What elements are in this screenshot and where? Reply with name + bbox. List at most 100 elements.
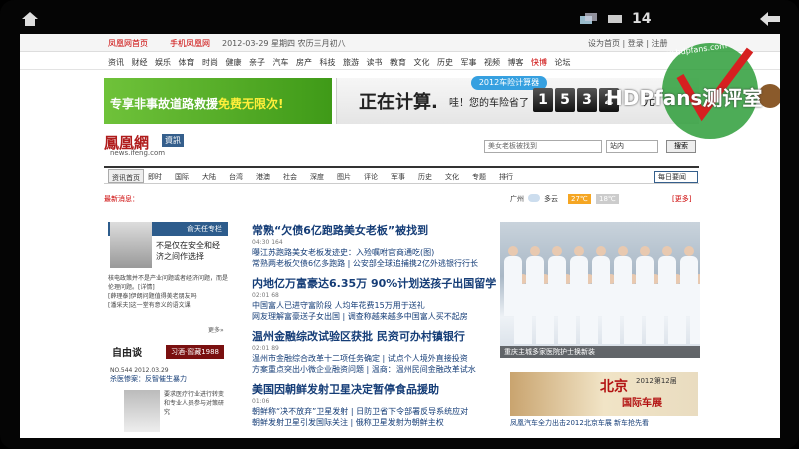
list-item[interactable]: [薛理泰]伊朗问题值得美老朋友吗 [108,292,228,301]
nav-item[interactable]: 汽车 [273,57,289,68]
story-subline[interactable]: 网友理解富豪送子女出国 | 调查称越来越多中国富人买不起房 [252,311,502,322]
nav-item[interactable]: 教育 [390,57,406,68]
keyboard-icon [608,15,622,23]
ad-left-text: 专享非事故道路救援 [110,97,219,111]
nav-item[interactable]: 体育 [179,57,195,68]
ticker-label: 最新消息： [104,195,139,203]
tab-item[interactable]: 台湾 [229,172,243,182]
logo-url: news.ifeng.com [110,149,166,157]
ad-left[interactable]: 专享非事故道路救援免费无限次! [104,78,332,124]
story-headline[interactable]: 内地亿万富豪达6.35万 90%计划送孩子出国留学 [252,275,502,291]
nav-item[interactable]: 文化 [414,57,430,68]
story-headline[interactable]: 常熟“欠债6亿跑路美女老板”被找到 [252,222,502,238]
weather-text: 多云 [544,195,558,203]
tab-item[interactable]: 大陆 [202,172,216,182]
story-subline[interactable]: 方案重点突出小微企业融资问题 | 温商：温州民间金融改革试水 [252,364,502,375]
nav-item[interactable]: 读书 [367,57,383,68]
person-photo [124,390,160,432]
search-input[interactable]: 美女老板被找到 [484,140,602,153]
column-title[interactable]: 不是仅在安全和经济之间作选择 [156,240,226,262]
nav-item[interactable]: 博客 [508,57,524,68]
home-icon[interactable] [22,12,38,26]
story-meta: 04:30 164 [252,239,283,246]
nav-item[interactable]: 资讯 [108,57,124,68]
tab-item[interactable]: 资讯首页 [108,169,144,183]
tab-item[interactable]: 图片 [337,172,351,182]
nav-item[interactable]: 娱乐 [155,57,171,68]
watermark-title: HDPfans测评室 [606,86,763,110]
tab-item[interactable]: 港澳 [256,172,270,182]
tab-item[interactable]: 深度 [310,172,324,182]
digit: 1 [533,88,553,112]
list-item[interactable]: 核电政策并不是产业问题或者经济问题，而是伦理问题。[详情] [108,274,228,292]
back-icon[interactable] [760,12,780,26]
news-story: 内地亿万富豪达6.35万 90%计划送孩子出国留学 02:01 68 中国富人已进守… [252,275,502,322]
weather-city: 广州 [510,195,524,203]
nurse-figure [526,256,544,316]
nav-item[interactable]: 财经 [132,57,148,68]
story-meta: 01:06 [252,398,270,405]
tab-item[interactable]: 文化 [445,172,459,182]
device-frame: 14 凤凰网首页 手机凤凰网 2012-03-29 星期四 农历三月初八 设为首… [0,0,799,449]
nav-item[interactable]: 亲子 [249,57,265,68]
nav-item[interactable]: 旅游 [343,57,359,68]
tab-item[interactable]: 评论 [364,172,378,182]
status-area: 14 [580,10,651,28]
photo-caption[interactable]: 重庆主城多家医院护士换新装 [500,346,700,358]
nurse-photo[interactable]: 重庆主城多家医院护士换新装 [500,222,700,358]
story-subline[interactable]: 中国富人已进守富阶段 人均年花费15万用于送礼 [252,300,502,311]
left-column: 俞天任专栏 不是仅在安全和经济之间作选择 核电政策并不是产业问题或者经济问题，而… [108,222,228,438]
issue-title[interactable]: 杀医惨案：反智催生暴力 [110,375,187,384]
left-list: 核电政策并不是产业问题或者经济问题，而是伦理问题。[详情] [薛理泰]伊朗问题值… [108,274,228,310]
story-subline[interactable]: 温州市金融综合改革十二项任务确定 | 试点个人境外直接投资 [252,353,502,364]
issue-block: NO.544 2012.03.29 杀医惨案：反智催生暴力 [110,366,187,384]
ziyou-block[interactable]: 自由谈 习酒·窖藏1988 [108,342,228,362]
temp-high: 27℃ [568,194,591,204]
news-ticker: 最新消息： 广州 多云 27℃ 18℃ [更多] [104,192,699,206]
nav-item[interactable]: 历史 [437,57,453,68]
tab-item[interactable]: 国际 [175,172,189,182]
autoshow-ad[interactable]: 北京 2012第12届 国际车展 [510,372,698,416]
nav-item[interactable]: 论坛 [555,57,571,68]
story-headline[interactable]: 温州金融综改试验区获批 民资可办村镇银行 [252,328,502,344]
nurse-figure [570,256,588,316]
autoshow-caption[interactable]: 凤凰汽车全力出击2012北京车展 新车抢先看 [510,418,649,428]
clock: 14 [632,11,652,27]
nurse-figure [592,256,610,316]
nurse-head [508,246,518,256]
mobile-link[interactable]: 手机凤凰网 [170,38,210,49]
daily-select[interactable]: 每日要闻 [654,171,698,183]
tab-item[interactable]: 即时 [148,172,162,182]
story-subline[interactable]: 常熟两老板欠债6亿多跑路 | 公安部全球追捕携2亿外逃银行行长 [252,258,502,269]
nav-item[interactable]: 快博 [531,57,547,68]
list-item[interactable]: [潘采夫]这一堂有意义的语文课 [108,301,228,310]
tab-item[interactable]: 社会 [283,172,297,182]
nav-item[interactable]: 视频 [484,57,500,68]
nurse-head [684,246,694,256]
story-meta: 02:01 68 [252,292,279,299]
headline-column: 常熟“欠债6亿跑路美女老板”被找到 04:30 164 曝江苏跑路美女老板发迹史：入… [252,222,502,434]
nurse-head [530,246,540,256]
screen-share-icon [580,13,597,24]
news-story: 温州金融综改试验区获批 民资可办村镇银行 02:01 89 温州市金融综合改革十二项… [252,328,502,375]
nav-item[interactable]: 房产 [296,57,312,68]
more-link[interactable]: [更多] [672,194,691,204]
tab-item[interactable]: 军事 [391,172,405,182]
nurse-head [596,246,606,256]
story-headline[interactable]: 美国因朝鲜发射卫星决定暂停食品援助 [252,381,502,397]
nav-item[interactable]: 时尚 [202,57,218,68]
more-link[interactable]: 更多» [208,326,224,335]
story-subline[interactable]: 朝鲜称“决不放弃”卫星发射 | 日防卫省下令部署反导系统应对 [252,406,502,417]
tab-item[interactable]: 排行 [499,172,513,182]
nav-item[interactable]: 军事 [461,57,477,68]
home-link[interactable]: 凤凰网首页 [108,38,148,49]
nav-item[interactable]: 健康 [226,57,242,68]
person-text: 要求医疗行业进行转变和专业人员参与对策研究 [164,391,225,416]
nurse-head [574,246,584,256]
nav-item[interactable]: 科技 [320,57,336,68]
story-subline[interactable]: 朝鲜发射卫星引发国际关注 | 俄称卫星发射为朝鲜主权 [252,417,502,428]
tab-item[interactable]: 专题 [472,172,486,182]
news-story: 常熟“欠债6亿跑路美女老板”被找到 04:30 164 曝江苏跑路美女老板发迹史：入… [252,222,502,269]
tab-item[interactable]: 历史 [418,172,432,182]
story-subline[interactable]: 曝江苏跑路美女老板发迹史：入殓嘱咐官商通吃(图) [252,247,502,258]
